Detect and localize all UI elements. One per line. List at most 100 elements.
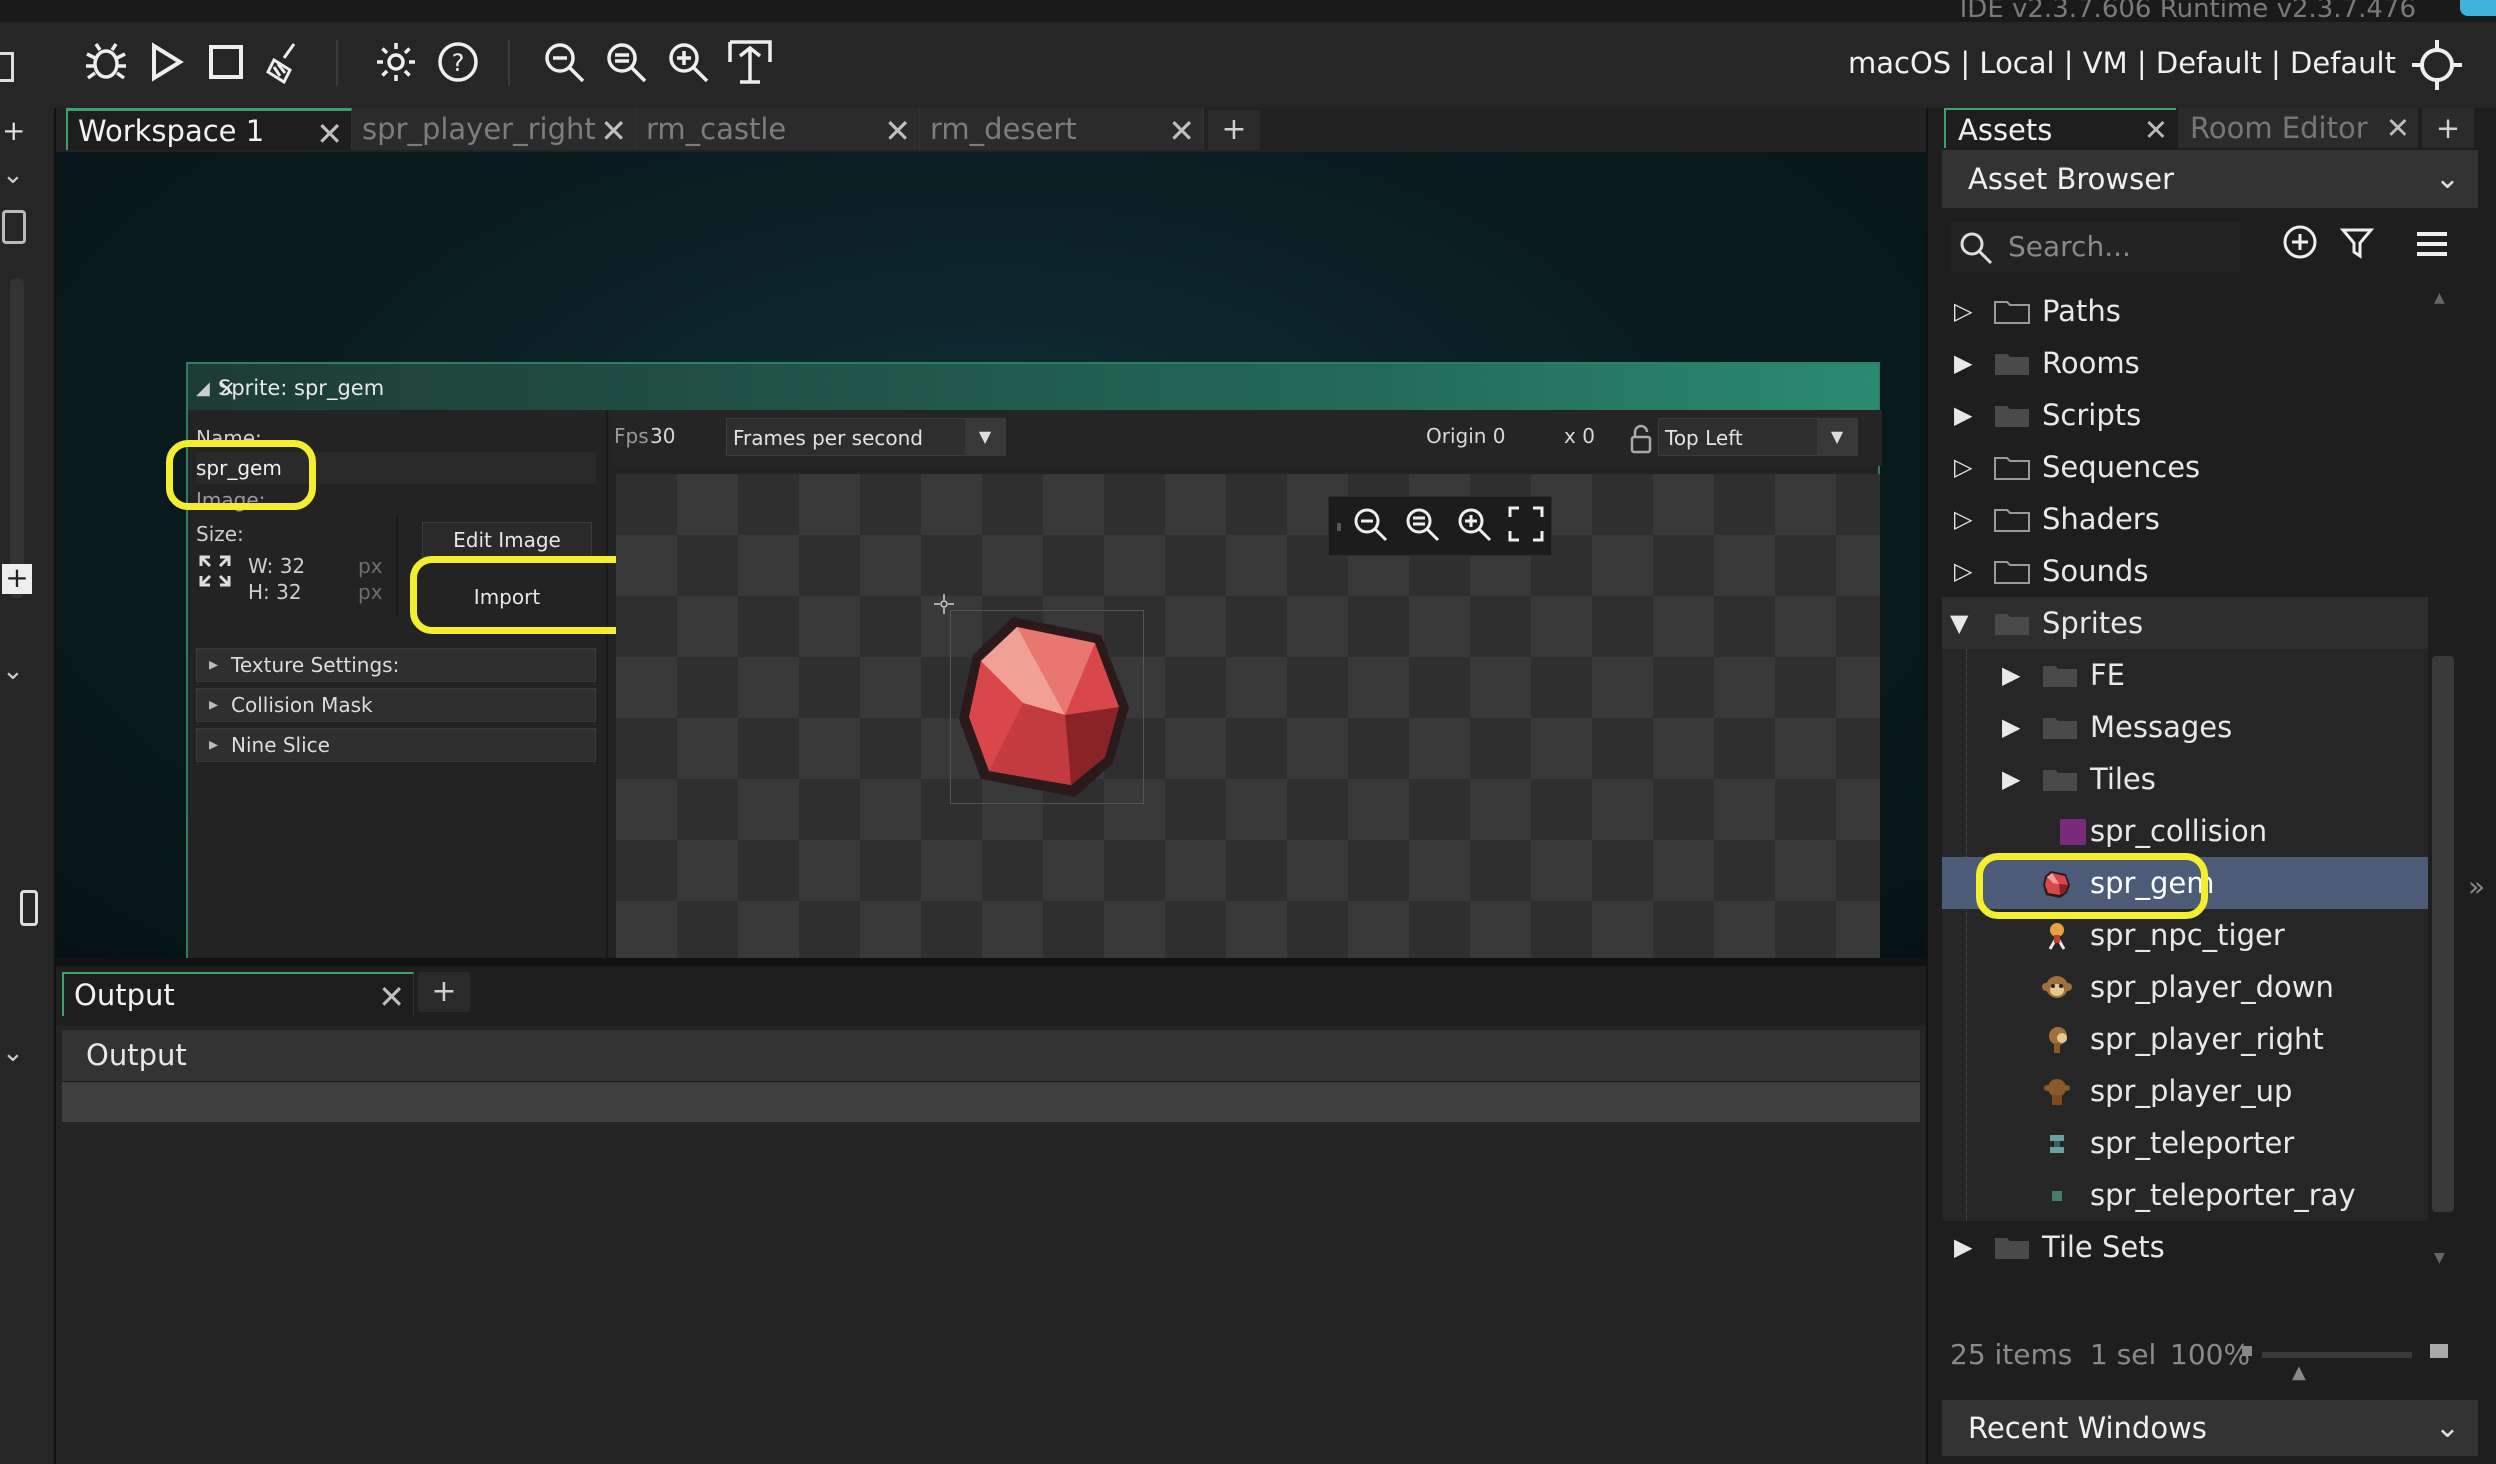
add-tab-button[interactable]: + <box>418 972 470 1012</box>
lock-icon[interactable] <box>20 890 38 926</box>
tree-item-spr-teleporter[interactable]: spr_teleporter <box>1942 1117 2442 1169</box>
chevron-down-icon[interactable]: ⌄ <box>2435 150 2460 208</box>
nine-slice-section[interactable]: Nine Slice <box>196 728 596 762</box>
chevron-down-icon[interactable]: ▼ <box>1950 597 1968 649</box>
help-icon[interactable]: ? <box>430 34 486 90</box>
scrollbar-thumb[interactable] <box>2432 656 2454 1212</box>
collapse-icon[interactable]: ◢ <box>196 378 210 399</box>
close-icon[interactable]: ✕ <box>884 112 911 150</box>
workspace-area[interactable]: Sprite: spr_gem ◢ × Name: spr_gem Image:… <box>56 152 1926 958</box>
zoom-in-icon[interactable] <box>1455 505 1497 547</box>
lock-icon[interactable] <box>1630 424 1652 454</box>
chevron-right-icon[interactable]: ▷ <box>1954 545 1972 597</box>
run-icon[interactable] <box>138 34 194 90</box>
origin-x-field[interactable]: x 0 <box>1564 424 1595 448</box>
texture-settings-section[interactable]: Texture Settings: <box>196 648 596 682</box>
tree-folder-sounds[interactable]: ▷ Sounds <box>1942 545 2442 597</box>
collision-mask-section[interactable]: Collision Mask <box>196 688 596 722</box>
tree-item-spr-player-up[interactable]: spr_player_up <box>1942 1065 2442 1117</box>
fps-field[interactable]: 30 <box>650 424 675 448</box>
tree-folder-messages[interactable]: ▶ Messages <box>1942 701 2442 753</box>
tab-spr-player-right[interactable]: spr_player_right ✕ <box>352 108 636 150</box>
tree-folder-sequences[interactable]: ▷ Sequences <box>1942 441 2442 493</box>
add-tab-button[interactable]: + <box>1208 110 1260 150</box>
tree-folder-tile-sets[interactable]: ▶ Tile Sets <box>1942 1221 2442 1273</box>
add-icon[interactable]: + <box>2 114 25 147</box>
chevron-down-icon[interactable]: ⌄ <box>2 160 24 190</box>
add-tab-button[interactable]: + <box>2422 108 2474 148</box>
output-filter-bar[interactable] <box>62 1082 1920 1122</box>
tab-workspace-1[interactable]: Workspace 1 ✕ <box>66 108 352 153</box>
lock-icon[interactable] <box>2 210 26 244</box>
asset-browser-header[interactable]: Asset Browser ⌄ <box>1942 150 2478 208</box>
tree-folder-scripts[interactable]: ▶ Scripts <box>1942 389 2442 441</box>
chevron-right-icon[interactable]: ▶ <box>1954 337 1972 389</box>
chevron-right-icon[interactable]: ▶ <box>2002 649 2020 701</box>
chevron-right-icon[interactable]: ▶ <box>1954 1221 1972 1273</box>
close-icon[interactable]: ✕ <box>2144 110 2168 150</box>
chevron-down-icon[interactable]: ⌄ <box>2 1038 24 1068</box>
fit-icon[interactable] <box>722 34 778 90</box>
chevron-right-icon[interactable]: ▷ <box>1954 285 1972 337</box>
chevron-right-icon[interactable]: ▶ <box>2002 701 2020 753</box>
zoom-reset-icon[interactable] <box>1403 505 1445 547</box>
fullscreen-icon[interactable] <box>1507 505 1549 547</box>
clean-icon[interactable] <box>258 34 314 90</box>
close-icon[interactable]: ✕ <box>2386 108 2410 148</box>
tree-item-spr-npc-tiger[interactable]: spr_npc_tiger <box>1942 909 2442 961</box>
tree-item-spr-player-down[interactable]: spr_player_down <box>1942 961 2442 1013</box>
tab-rm-desert[interactable]: rm_desert ✕ <box>920 108 1204 150</box>
recent-windows-header[interactable]: Recent Windows ⌄ <box>1942 1400 2478 1456</box>
left-scrollbar[interactable] <box>10 278 24 598</box>
tree-folder-tiles[interactable]: ▶ Tiles <box>1942 753 2442 805</box>
tree-folder-sprites[interactable]: ▼ Sprites <box>1942 597 2428 649</box>
tree-folder-paths[interactable]: ▷ Paths <box>1942 285 2442 337</box>
zoom-slider[interactable] <box>2262 1352 2412 1358</box>
chevron-right-icon[interactable]: ▷ <box>1954 493 1972 545</box>
close-icon[interactable]: ✕ <box>1168 112 1195 150</box>
origin-mode-dropdown[interactable]: Top Left ▼ <box>1658 418 1858 456</box>
chevron-right-icon[interactable]: ▶ <box>2002 753 2020 805</box>
new-project-icon[interactable] <box>0 52 14 82</box>
tree-folder-fe[interactable]: ▶ FE <box>1942 649 2442 701</box>
chevron-down-icon[interactable]: ⌄ <box>2435 1400 2460 1456</box>
tree-item-spr-teleporter-ray[interactable]: spr_teleporter_ray <box>1942 1169 2442 1221</box>
scroll-down-icon[interactable]: ▼ <box>2434 1250 2445 1266</box>
chat-icon[interactable] <box>2460 0 2496 16</box>
zoom-reset-icon[interactable] <box>598 34 654 90</box>
asset-tree-scrollbar[interactable]: ▲ ▼ <box>2428 290 2458 1270</box>
debug-icon[interactable] <box>78 34 134 90</box>
scroll-up-icon[interactable]: ▲ <box>2434 290 2445 306</box>
add-layer-icon[interactable]: + <box>2 564 32 594</box>
close-icon[interactable]: ✕ <box>378 978 405 1016</box>
chevron-right-icon[interactable]: ▷ <box>1954 441 1972 493</box>
target-selector[interactable]: macOS | Local | VM | Default | Default <box>1848 46 2396 80</box>
menu-icon[interactable] <box>2414 226 2450 262</box>
fps-mode-dropdown[interactable]: Frames per second ▼ <box>726 418 1006 456</box>
close-icon[interactable]: × <box>218 376 1866 400</box>
zoom-out-icon[interactable] <box>536 34 592 90</box>
chevron-right-icon[interactable]: ▶ <box>1954 389 1972 441</box>
close-icon[interactable]: ✕ <box>600 112 627 150</box>
tree-folder-shaders[interactable]: ▷ Shaders <box>1942 493 2442 545</box>
crosshair-icon[interactable] <box>2410 38 2464 92</box>
tab-output[interactable]: Output ✕ <box>62 972 414 1016</box>
sprite-canvas[interactable] <box>616 474 1880 958</box>
tab-rm-castle[interactable]: rm_castle ✕ <box>636 108 920 150</box>
settings-icon[interactable] <box>368 34 424 90</box>
tree-item-spr-collision[interactable]: spr_collision <box>1942 805 2442 857</box>
tab-assets[interactable]: Assets ✕ <box>1944 108 2176 148</box>
resize-icon[interactable] <box>198 554 232 588</box>
chevron-down-icon[interactable]: ⌄ <box>2 656 24 686</box>
edit-image-button[interactable]: Edit Image <box>422 522 592 558</box>
tree-folder-rooms[interactable]: ▶ Rooms <box>1942 337 2442 389</box>
tree-item-spr-player-right[interactable]: spr_player_right <box>1942 1013 2442 1065</box>
close-icon[interactable]: ✕ <box>316 115 343 153</box>
stop-icon[interactable] <box>198 34 254 90</box>
zoom-in-icon[interactable] <box>660 34 716 90</box>
sprite-editor-titlebar[interactable]: Sprite: spr_gem ◢ × <box>188 364 1878 410</box>
filter-icon[interactable] <box>2339 226 2375 260</box>
slider-handle-icon[interactable]: ▲ <box>2292 1348 2306 1398</box>
zoom-out-icon[interactable] <box>1351 505 1393 547</box>
expand-panel-icon[interactable]: » <box>2468 870 2485 903</box>
